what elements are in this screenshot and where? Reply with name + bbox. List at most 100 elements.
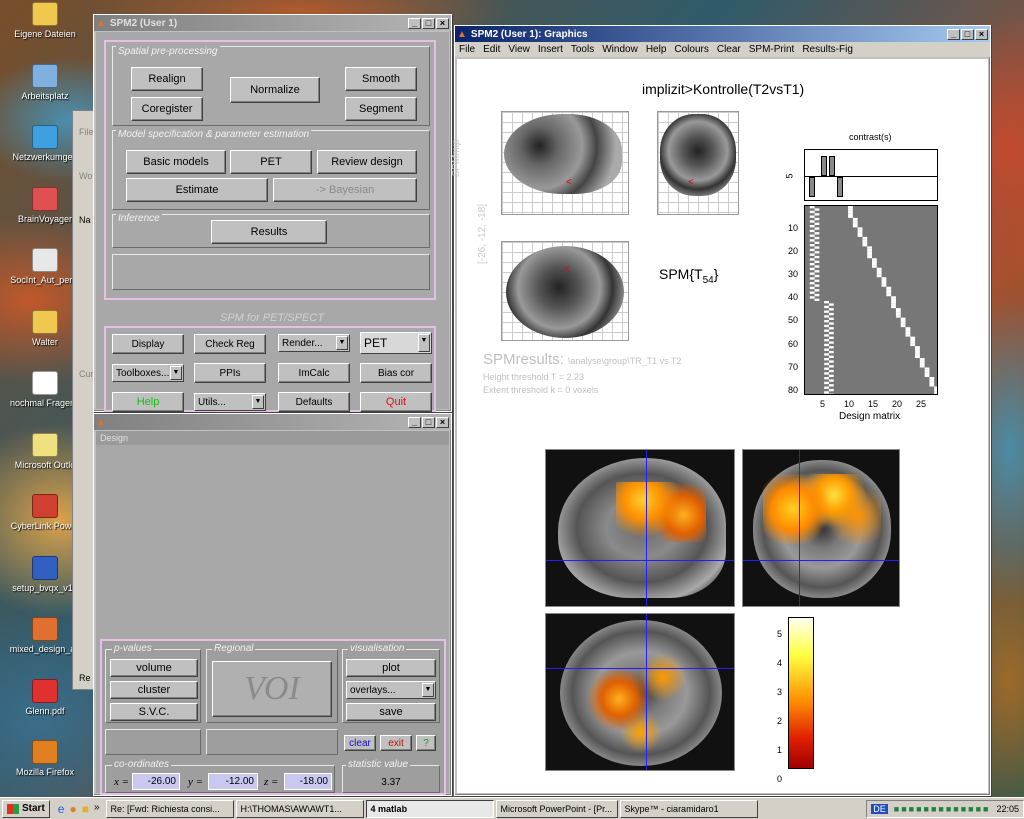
design-matrix-cell <box>809 239 815 242</box>
pet-button[interactable]: PET <box>230 150 312 174</box>
bias-cor-button[interactable]: Bias cor <box>360 363 432 383</box>
desktop-icon[interactable]: Mozilla Firefox <box>0 740 90 777</box>
pet-panel: Display Check Reg Render... ▼ PET ▼ Toolbo… <box>104 326 436 412</box>
render-select[interactable]: Render... ▼ <box>278 334 350 352</box>
x-coord-field[interactable]: -26.00 <box>132 773 180 790</box>
x-coord-label: x = <box>114 776 130 788</box>
design-matrix-cell <box>814 227 820 230</box>
taskbar-item[interactable]: Re: [Fwd: Richiesta consi... <box>105 799 234 818</box>
design-matrix-cell <box>828 350 834 354</box>
menu-item[interactable]: Clear <box>717 44 741 55</box>
estimate-button[interactable]: Estimate <box>126 178 268 202</box>
results-button[interactable]: Results <box>211 220 327 244</box>
design-matrix-cell <box>872 265 877 268</box>
folder-icon[interactable]: ■ <box>82 802 89 816</box>
menu-item[interactable]: SPM-Print <box>749 44 795 55</box>
quick-launch: e ● ■ » <box>58 802 100 816</box>
exit-button[interactable]: exit <box>380 735 412 751</box>
desktop-icon[interactable]: Eigene Dateien <box>0 2 90 39</box>
normalize-button[interactable]: Normalize <box>230 77 320 103</box>
taskbar-item[interactable]: Microsoft PowerPoint - [Pr... <box>495 799 618 818</box>
modality-select[interactable]: PET ▼ <box>360 332 432 354</box>
close-button[interactable]: × <box>975 28 988 40</box>
y-coord-field[interactable]: -12.00 <box>208 773 258 790</box>
close-button[interactable]: × <box>436 416 449 428</box>
design-matrix-cell <box>910 341 916 344</box>
taskbar-item[interactable]: 4 matlab <box>365 799 494 818</box>
menu-item[interactable]: Results-Fig <box>802 44 853 55</box>
plot-button[interactable]: plot <box>346 659 436 677</box>
tray-icons: ■■■■■■■■■■■■■ <box>893 803 991 814</box>
bayesian-button[interactable]: -> Bayesian <box>273 178 417 202</box>
help-button[interactable]: Help <box>112 392 184 412</box>
spm-graphics-window[interactable]: ▲ SPM2 (User 1): Graphics _ □ × File Edit… <box>451 25 991 796</box>
menu-item[interactable]: Edit <box>483 44 500 55</box>
maximize-button[interactable]: □ <box>422 416 435 428</box>
interactive-window-titlebar[interactable]: ▲ _ □ × <box>94 414 451 430</box>
outlook-icon <box>32 432 58 457</box>
ie-icon[interactable]: e <box>58 802 65 816</box>
display-button[interactable]: Display <box>112 334 184 354</box>
design-y-tick: 70 <box>788 361 799 372</box>
review-design-button[interactable]: Review design <box>317 150 417 174</box>
design-label: Design matrix <box>839 411 901 422</box>
smooth-button[interactable]: Smooth <box>345 67 417 91</box>
menu-window-titlebar[interactable]: ▲ SPM2 (User 1) _ □ × <box>94 15 451 31</box>
design-matrix-cell <box>809 229 815 233</box>
minimize-button[interactable]: _ <box>947 28 960 40</box>
menu-item[interactable]: Colours <box>674 44 708 55</box>
menu-item[interactable]: Insert <box>538 44 563 55</box>
basic-models-button[interactable]: Basic models <box>126 150 226 174</box>
imcalc-button[interactable]: ImCalc <box>278 363 350 383</box>
menu-item[interactable]: View <box>508 44 530 55</box>
voi-button[interactable]: VOI <box>212 661 332 717</box>
segment-button[interactable]: Segment <box>345 97 417 121</box>
design-matrix-cell <box>862 244 868 247</box>
design-matrix-cell <box>809 234 815 237</box>
overlays-select[interactable]: overlays... ▼ <box>346 681 436 699</box>
svc-button[interactable]: S.V.C. <box>110 703 198 721</box>
graphics-window-titlebar[interactable]: ▲ SPM2 (User 1): Graphics _ □ × <box>455 26 990 42</box>
volume-button[interactable]: volume <box>110 659 198 677</box>
design-matrix-cell <box>910 336 916 339</box>
utils-select[interactable]: Utils... ▼ <box>194 393 266 411</box>
cluster-button[interactable]: cluster <box>110 681 198 699</box>
toolboxes-select[interactable]: Toolboxes... ▼ <box>112 364 184 382</box>
ppis-button[interactable]: PPIs <box>194 363 266 383</box>
maximize-button[interactable]: □ <box>422 17 435 29</box>
design-matrix-cell <box>886 289 892 292</box>
menu-item[interactable]: Window <box>602 44 638 55</box>
contrast-plot <box>804 149 938 201</box>
coregister-button[interactable]: Coregister <box>131 97 203 121</box>
firefox-icon[interactable]: ● <box>69 802 76 816</box>
close-button[interactable]: × <box>436 17 449 29</box>
z-coord-field[interactable]: -18.00 <box>284 773 332 790</box>
realign-button[interactable]: Realign <box>131 67 203 91</box>
design-matrix-cell <box>824 310 829 313</box>
language-indicator[interactable]: DE <box>871 803 888 814</box>
desktop-icon[interactable]: Arbeitsplatz <box>0 63 90 101</box>
minimize-button[interactable]: _ <box>408 416 421 428</box>
minimize-button[interactable]: _ <box>408 17 421 29</box>
more-icon[interactable]: » <box>94 802 100 816</box>
toolboxes-select-value: Toolboxes... <box>116 367 170 379</box>
help-question-button[interactable]: ? <box>416 735 436 751</box>
design-matrix-cell <box>862 236 868 240</box>
clear-button[interactable]: clear <box>344 735 376 751</box>
taskbar-item-label: Skype™ - ciaramidaro1 <box>624 803 719 814</box>
menu-item[interactable]: Tools <box>571 44 594 55</box>
menu-item[interactable]: File <box>459 44 475 55</box>
spm-menu-window[interactable]: ▲ SPM2 (User 1) _ □ × Spatial pre-proces… <box>93 14 452 412</box>
taskbar-item[interactable]: H:\THOMAS\AW\AWT1... <box>235 799 364 818</box>
start-button[interactable]: Start <box>2 799 50 818</box>
save-button[interactable]: save <box>346 703 436 721</box>
maximize-button[interactable]: □ <box>961 28 974 40</box>
defaults-button[interactable]: Defaults <box>278 392 350 412</box>
check-reg-button[interactable]: Check Reg <box>194 334 266 354</box>
design-matrix-cell <box>881 277 887 280</box>
taskbar-item[interactable]: Skype™ - ciaramidaro1 <box>619 799 758 818</box>
design-matrix-cell <box>862 241 868 244</box>
quit-button[interactable]: Quit <box>360 392 432 412</box>
spm-interactive-window[interactable]: ▲ _ □ × Design p-values volume cluster S… <box>93 413 452 796</box>
menu-item[interactable]: Help <box>646 44 667 55</box>
